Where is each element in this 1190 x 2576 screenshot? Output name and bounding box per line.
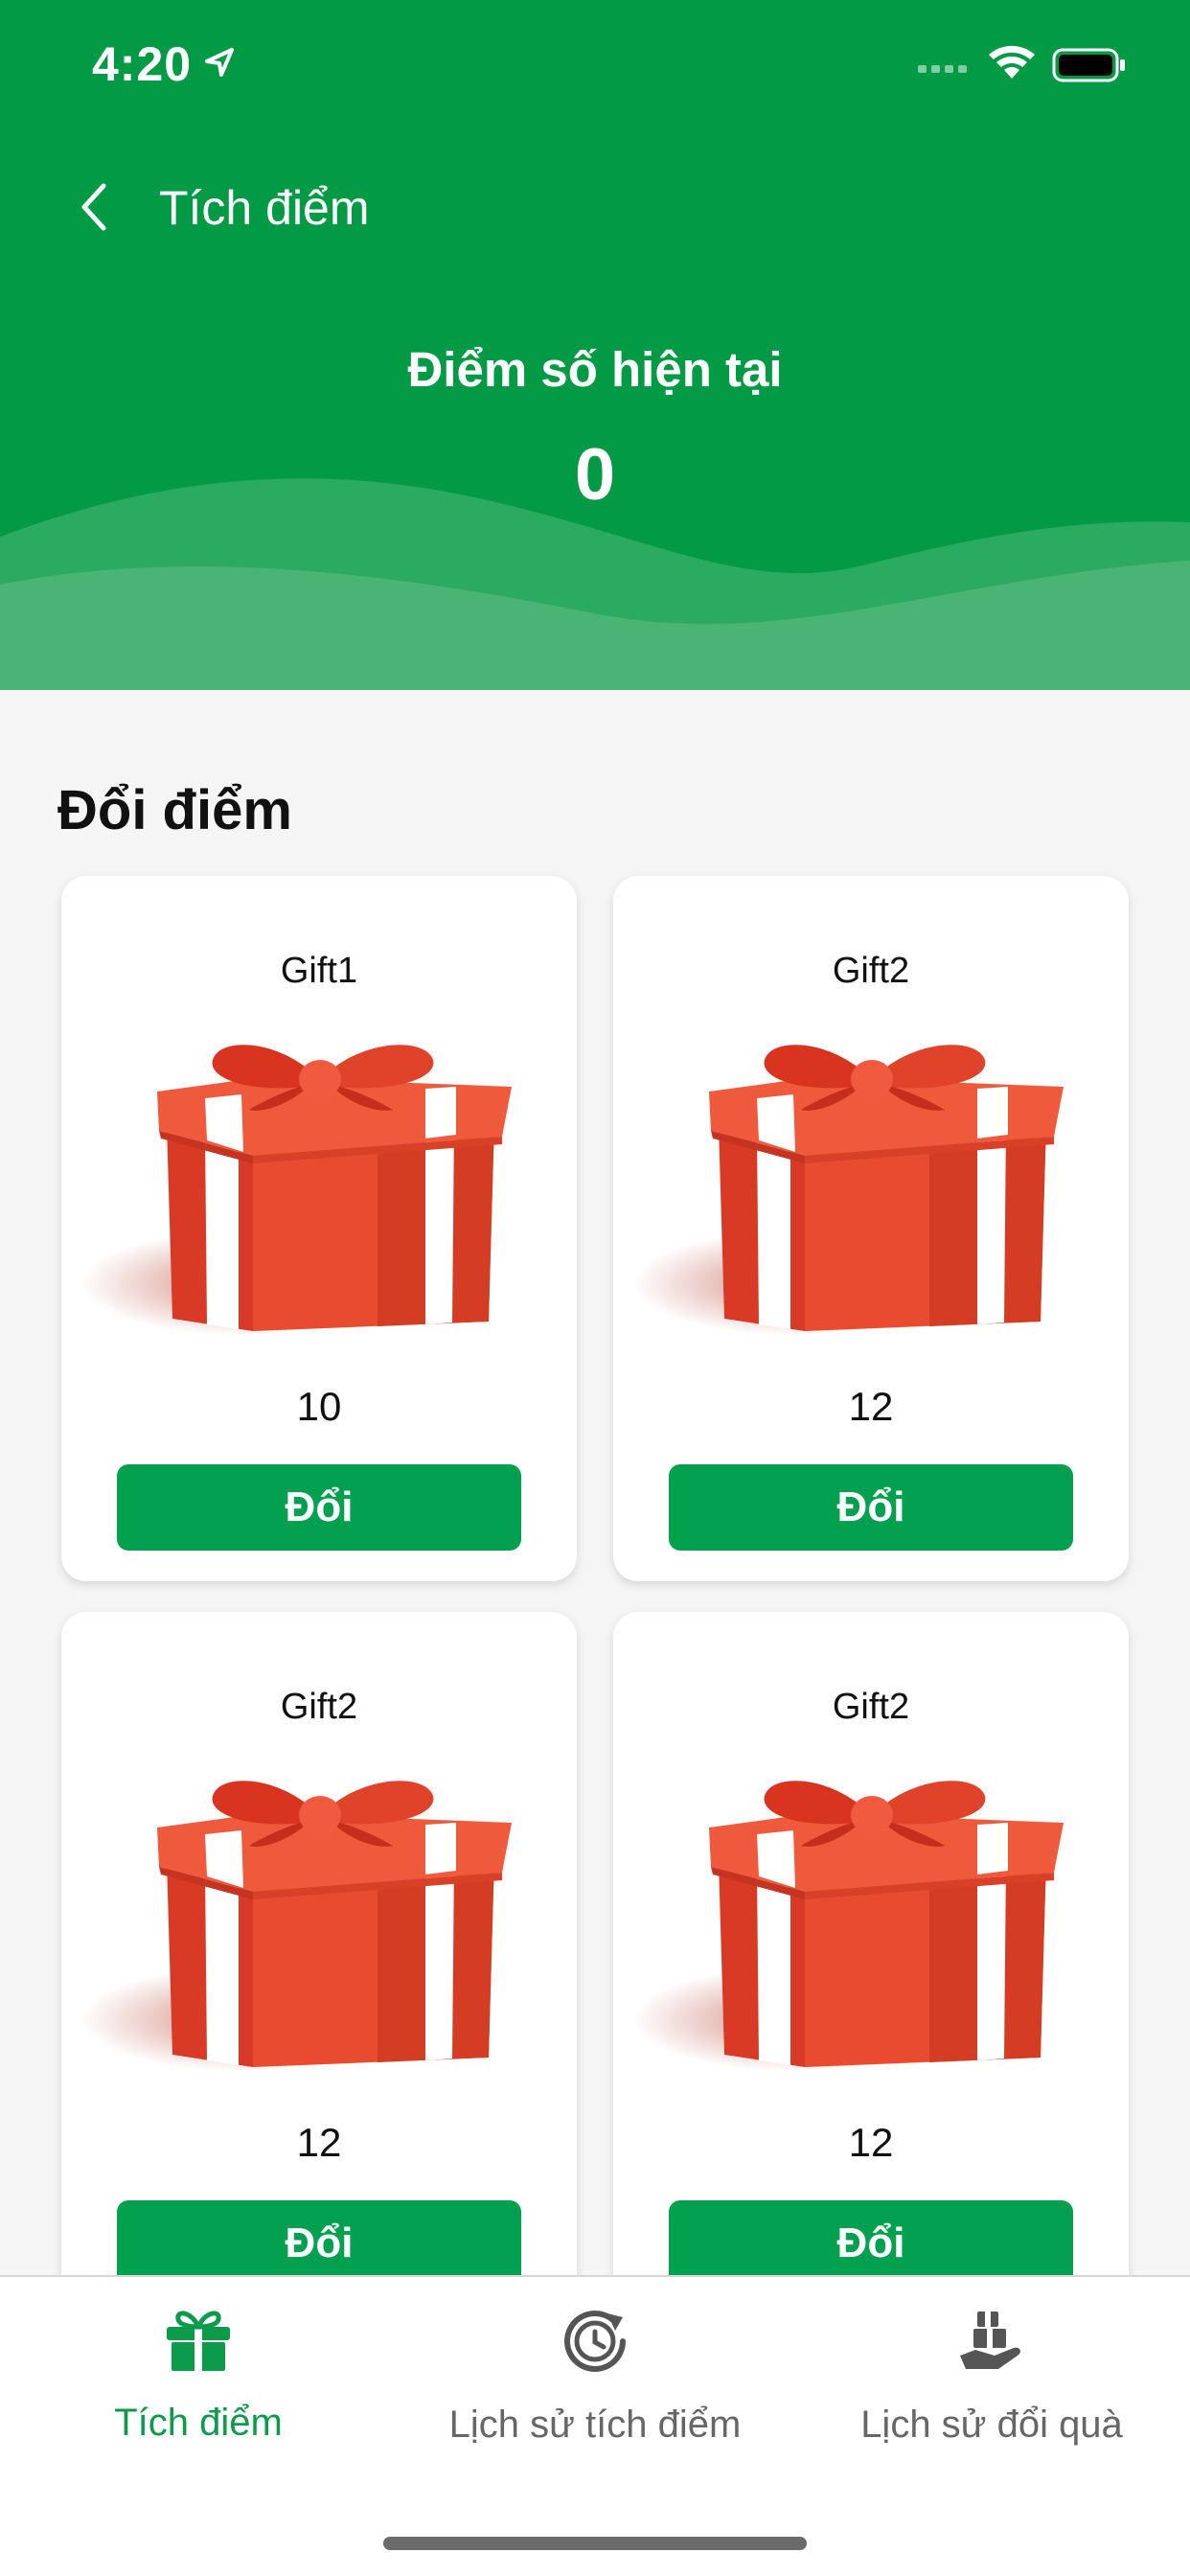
section-title: Đổi điểm: [57, 779, 292, 841]
redeem-button[interactable]: Đổi: [669, 1464, 1073, 1551]
history-clock-icon: [564, 2311, 626, 2372]
gift-image: [613, 1039, 1129, 1336]
tab-bar: Tích điểm Lịch sử tích điểm Lịch sử đổi …: [0, 2275, 1190, 2576]
cellular-signal-icon: [918, 65, 967, 73]
gift-image: [61, 1775, 577, 2072]
battery-icon: [1052, 48, 1125, 82]
gift-name: Gift2: [832, 951, 910, 991]
redeem-button[interactable]: Đổi: [117, 2200, 521, 2287]
gift-name: Gift2: [832, 1687, 910, 1727]
gift-points: 12: [296, 2120, 342, 2165]
gift-name: Gift1: [280, 951, 358, 991]
tab-label: Tích điểm: [114, 2402, 283, 2444]
tab-tich-diem[interactable]: Tích điểm: [0, 2277, 397, 2488]
gift-card: Gift2 12 Đổi: [613, 1612, 1129, 2317]
tab-lich-su-doi-qua[interactable]: Lịch sử đổi quà: [793, 2277, 1190, 2488]
tab-label: Lịch sử đổi quà: [860, 2404, 1123, 2446]
status-time: 4:20: [92, 37, 193, 91]
gift-card: Gift2 12 Đổi: [61, 1612, 577, 2317]
gift-hand-icon: [960, 2308, 1020, 2369]
tab-label: Lịch sử tích điểm: [448, 2404, 742, 2446]
gift-card: Gift1 10 Đổi: [61, 876, 577, 1581]
gift-points: 12: [848, 1384, 894, 1429]
gift-points: 10: [296, 1384, 342, 1429]
gift-name: Gift2: [280, 1687, 358, 1727]
gift-image: [613, 1775, 1129, 2072]
gift-card: Gift2 12 Đổi: [613, 876, 1129, 1581]
redeem-button[interactable]: Đổi: [669, 2200, 1073, 2287]
current-points-label: Điểm số hiện tại: [407, 342, 783, 397]
redeem-button[interactable]: Đổi: [117, 1464, 521, 1551]
wifi-icon: [989, 45, 1035, 79]
gift-icon: [167, 2311, 230, 2371]
status-bar: 4:20: [0, 0, 1190, 126]
page-title: Tích điểm: [159, 181, 370, 235]
location-arrow-icon: [205, 48, 234, 77]
current-points-value: 0: [574, 434, 616, 516]
home-indicator: [383, 2537, 807, 2550]
header: 4:20 Tích điểm Điểm số hiện tại 0: [0, 0, 1190, 690]
back-button[interactable]: [67, 178, 125, 236]
tab-lich-su-tich-diem[interactable]: Lịch sử tích điểm: [397, 2277, 793, 2488]
gift-points: 12: [848, 2120, 894, 2165]
gift-image: [61, 1039, 577, 1336]
